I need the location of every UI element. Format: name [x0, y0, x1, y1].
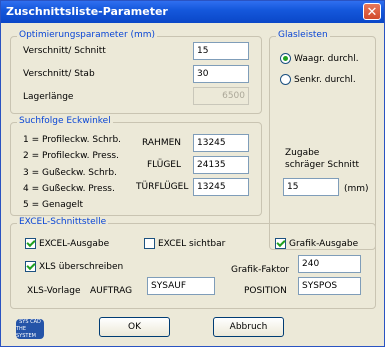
xls-ueberschreiben-checkbox[interactable]: XLS überschreiben	[25, 260, 124, 272]
window-title: Zuschnittsliste-Parameter	[6, 5, 168, 18]
excel-ausgabe-label: EXCEL-Ausgabe	[39, 238, 110, 249]
lagerlaenge-input: 6500	[193, 87, 249, 105]
zugabe-label-2: schräger Schnitt	[285, 160, 359, 170]
zugabe-input[interactable]: 15	[283, 178, 339, 196]
suchfolge-group-label: Suchfolge Eckwinkel	[17, 116, 113, 126]
excel-ausgabe-checkbox[interactable]: EXCEL-Ausgabe	[25, 237, 110, 249]
checkbox-indicator	[25, 260, 36, 272]
checkbox-indicator	[144, 238, 155, 249]
suchfolge-item: 1 = Profileckw. Schrb.	[23, 135, 122, 145]
fluegel-label: FLÜGEL	[147, 160, 182, 170]
excel-sichtbar-checkbox[interactable]: EXCEL sichtbar	[144, 238, 225, 249]
fluegel-input[interactable]: 24135	[193, 156, 249, 174]
close-icon: ✕	[366, 5, 378, 20]
radio-waagr-label: Waagr. durchl.	[294, 53, 359, 64]
suchfolge-item: 2 = Profileckw. Press.	[23, 151, 119, 161]
title-bar[interactable]: Zuschnittsliste-Parameter ✕	[1, 1, 384, 23]
radio-senkr-label: Senkr. durchl.	[294, 74, 356, 85]
position-label: POSITION	[244, 286, 287, 296]
checkbox-indicator	[275, 237, 286, 249]
close-button[interactable]: ✕	[363, 3, 381, 20]
tuerfluegel-input[interactable]: 13245	[193, 178, 249, 196]
verschnitt-schnitt-input[interactable]: 15	[193, 42, 249, 60]
syscad-logo-icon: SYS CAD THE SYSTEM	[16, 319, 44, 339]
suchfolge-item: 3 = Gußeckw. Schrb.	[23, 168, 117, 178]
radio-waagr-indicator	[280, 53, 291, 64]
dialog-window: Zuschnittsliste-Parameter ✕ Optimierungs…	[0, 0, 385, 347]
verschnitt-schnitt-label: Verschnitt/ Schnitt	[23, 46, 106, 56]
xls-vorlage-label: XLS-Vorlage	[27, 286, 81, 296]
rahmen-label: RAHMEN	[142, 138, 181, 148]
radio-senkr[interactable]: Senkr. durchl.	[280, 74, 356, 85]
grafik-ausgabe-checkbox[interactable]: Grafik-Ausgabe	[275, 237, 359, 249]
auftrag-input[interactable]: SYSAUF	[147, 277, 215, 295]
radio-senkr-indicator	[280, 74, 291, 85]
zugabe-unit: (mm)	[344, 184, 369, 194]
verschnitt-stab-label: Verschnitt/ Stab	[23, 69, 95, 79]
optimierung-group-label: Optimierungsparameter (mm)	[17, 30, 158, 40]
abbruch-button[interactable]: Abbruch	[213, 317, 284, 337]
ok-button[interactable]: OK	[99, 317, 170, 337]
grafik-faktor-input[interactable]: 240	[298, 255, 361, 273]
verschnitt-stab-input[interactable]: 30	[193, 65, 249, 83]
logo-subtext: THE SYSTEM	[16, 325, 36, 339]
suchfolge-item: 4 = Gußeckw. Press.	[23, 184, 115, 194]
glasleisten-group-label: Glasleisten	[276, 30, 330, 40]
glasleisten-group: Glasleisten	[269, 30, 376, 250]
lagerlaenge-label: Lagerlänge	[23, 92, 74, 102]
xls-ueberschreiben-label: XLS überschreiben	[39, 261, 124, 272]
auftrag-label: AUFTRAG	[90, 286, 133, 296]
radio-waagr[interactable]: Waagr. durchl.	[280, 53, 359, 64]
tuerfluegel-label: TÜRFLÜGEL	[136, 182, 189, 192]
checkbox-indicator	[25, 237, 36, 249]
rahmen-input[interactable]: 13245	[193, 134, 249, 152]
logo-text: SYS CAD	[19, 318, 41, 325]
position-input[interactable]: SYSPOS	[298, 277, 361, 295]
excel-group-label: EXCEL-Schnittstelle	[17, 217, 109, 227]
grafik-faktor-label: Grafik-Faktor	[231, 265, 290, 275]
grafik-ausgabe-label: Grafik-Ausgabe	[289, 238, 359, 249]
suchfolge-item: 5 = Genagelt	[23, 200, 83, 210]
excel-sichtbar-label: EXCEL sichtbar	[158, 238, 226, 249]
zugabe-label: Zugabe	[285, 148, 320, 158]
